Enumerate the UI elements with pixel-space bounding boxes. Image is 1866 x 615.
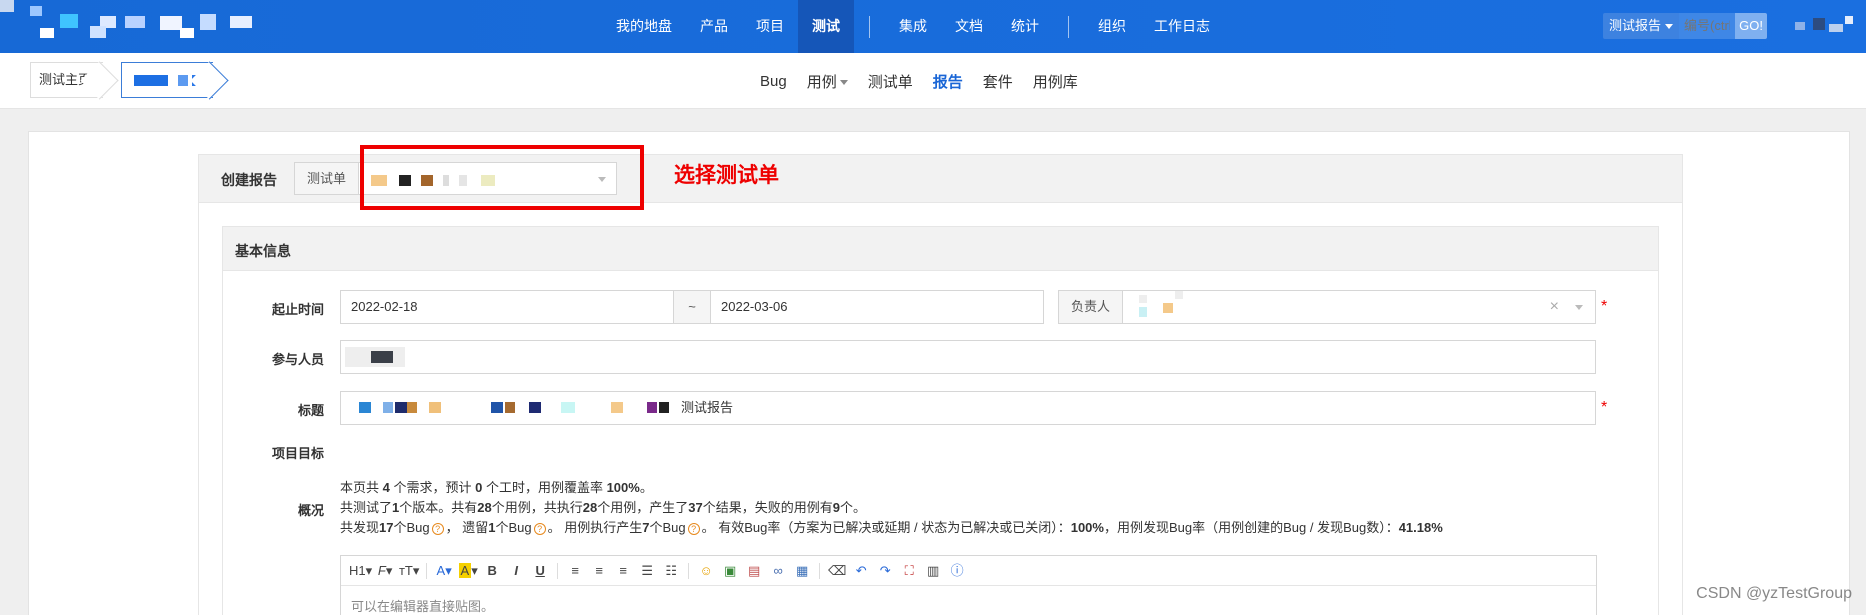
search-type-select[interactable]: 测试报告 bbox=[1603, 13, 1680, 39]
nav-stats[interactable]: 统计 bbox=[997, 0, 1053, 53]
chevron-down-icon bbox=[839, 80, 848, 86]
help-icon[interactable]: ? bbox=[431, 522, 444, 535]
annotation-text: 选择测试单 bbox=[674, 162, 779, 187]
members-label: 参与人员 bbox=[271, 352, 324, 367]
rich-text-editor[interactable]: H1▾ F▾ тT▾ A▾ A ▾ B I U ≡ ≡ ≡ ☰ ☷ ☺ ▣ ▤ ∞… bbox=[340, 555, 1597, 615]
tab-testtask[interactable]: 测试单 bbox=[858, 71, 923, 92]
summary-label: 概况 bbox=[297, 503, 324, 518]
heading-icon[interactable]: H1▾ bbox=[349, 560, 372, 582]
undo-icon[interactable]: ↶ bbox=[850, 560, 872, 582]
summary-line-1: 本页共 4 个需求，预计 0 个工时，用例覆盖率 100%。 bbox=[340, 480, 653, 495]
basic-info-title: 基本信息 bbox=[235, 243, 291, 259]
align-left-icon[interactable]: ≡ bbox=[564, 560, 586, 582]
underline-icon[interactable]: U bbox=[529, 560, 551, 582]
logo-blurred[interactable] bbox=[0, 0, 270, 53]
editor-toolbar: H1▾ F▾ тT▾ A▾ A ▾ B I U ≡ ≡ ≡ ☰ ☷ ☺ ▣ ▤ ∞… bbox=[341, 556, 1596, 586]
annotation-highlight-box bbox=[360, 145, 644, 210]
nav-product[interactable]: 产品 bbox=[686, 0, 742, 53]
help-icon[interactable]: ? bbox=[687, 522, 700, 535]
breadcrumb-product-blurred[interactable] bbox=[121, 62, 214, 98]
tab-case[interactable]: 用例 bbox=[797, 71, 858, 92]
title-suffix: 测试报告 bbox=[681, 400, 734, 415]
owner-addon: 负责人 bbox=[1059, 291, 1124, 323]
redo-icon[interactable]: ↷ bbox=[874, 560, 896, 582]
nav-my[interactable]: 我的地盘 bbox=[602, 0, 686, 53]
nav-ci[interactable]: 集成 bbox=[885, 0, 941, 53]
goal-label: 项目目标 bbox=[271, 446, 324, 461]
sub-navbar: 测试主页 Bug 用例 测试单 报告 套件 用例库 bbox=[0, 53, 1866, 109]
nav-worklog[interactable]: 工作日志 bbox=[1140, 0, 1224, 53]
tab-bug[interactable]: Bug bbox=[750, 73, 797, 90]
global-search: 测试报告 GO! bbox=[1603, 13, 1768, 39]
chevron-down-icon bbox=[1575, 305, 1583, 310]
main-nav: 我的地盘 产品 项目 测试 集成 文档 统计 组织 工作日志 bbox=[602, 0, 1224, 53]
tab-suite[interactable]: 套件 bbox=[973, 71, 1023, 92]
help-icon[interactable]: ? bbox=[533, 522, 546, 535]
editor-placeholder: 可以在编辑器直接贴图。 bbox=[351, 599, 495, 614]
required-mark: * bbox=[1601, 399, 1608, 416]
help-icon[interactable]: ⓘ bbox=[946, 560, 968, 582]
ordered-list-icon[interactable]: ☰ bbox=[636, 560, 658, 582]
nav-divider bbox=[1068, 15, 1069, 38]
chevron-down-icon bbox=[1665, 23, 1674, 29]
testtask-addon: 测试单 bbox=[294, 162, 360, 195]
breadcrumb: 测试主页 bbox=[30, 62, 214, 98]
search-type-label: 测试报告 bbox=[1609, 18, 1662, 33]
align-right-icon[interactable]: ≡ bbox=[612, 560, 634, 582]
end-date-input[interactable]: 2022-03-06 bbox=[710, 290, 1044, 324]
members-select[interactable] bbox=[340, 340, 1596, 374]
font-color-icon[interactable]: A▾ bbox=[433, 560, 455, 582]
search-go-button[interactable]: GO! bbox=[1735, 13, 1768, 39]
eraser-icon[interactable]: ⌫ bbox=[826, 560, 848, 582]
create-report-title: 创建报告 bbox=[221, 172, 277, 188]
required-mark: * bbox=[1601, 298, 1608, 315]
summary-line-2: 共测试了1个版本。共有28个用例，共执行28个用例，产生了37个结果，失败的用例… bbox=[340, 500, 866, 515]
fullscreen-icon[interactable]: ⛶ bbox=[898, 560, 920, 582]
unordered-list-icon[interactable]: ☷ bbox=[660, 560, 682, 582]
top-navbar: 我的地盘 产品 项目 测试 集成 文档 统计 组织 工作日志 测试报告 GO! bbox=[0, 0, 1866, 53]
watermark: CSDN @yzTestGroup bbox=[1696, 585, 1852, 602]
tab-caselib[interactable]: 用例库 bbox=[1023, 71, 1088, 92]
table-icon[interactable]: ▦ bbox=[791, 560, 813, 582]
highlight-icon[interactable]: A ▾ bbox=[457, 560, 479, 582]
link-icon[interactable]: ∞ bbox=[767, 560, 789, 582]
image-icon[interactable]: ▣ bbox=[719, 560, 741, 582]
summary-text: 本页共 4 个需求，预计 0 个工时，用例覆盖率 100%。 共测试了1个版本。… bbox=[340, 478, 1443, 538]
date-separator: ~ bbox=[674, 290, 710, 324]
sub-tabs: Bug 用例 测试单 报告 套件 用例库 bbox=[750, 53, 1088, 109]
owner-select[interactable]: 负责人 × bbox=[1058, 290, 1596, 324]
italic-icon[interactable]: I bbox=[505, 560, 527, 582]
tab-case-label: 用例 bbox=[806, 73, 837, 91]
tab-report[interactable]: 报告 bbox=[923, 71, 973, 92]
title-input[interactable]: 测试报告 bbox=[340, 391, 1596, 425]
emoji-icon[interactable]: ☺ bbox=[695, 560, 717, 582]
template-icon[interactable]: ▥ bbox=[922, 560, 944, 582]
begin-date-input[interactable]: 2022-02-18 bbox=[340, 290, 674, 324]
font-size-icon[interactable]: тT▾ bbox=[398, 560, 420, 582]
title-label: 标题 bbox=[297, 403, 324, 418]
date-range-label: 起止时间 bbox=[271, 302, 324, 317]
nav-doc[interactable]: 文档 bbox=[941, 0, 997, 53]
align-center-icon[interactable]: ≡ bbox=[588, 560, 610, 582]
font-family-icon[interactable]: F▾ bbox=[374, 560, 396, 582]
basic-info-header: 基本信息 bbox=[223, 227, 1658, 271]
bold-icon[interactable]: B bbox=[481, 560, 503, 582]
breadcrumb-home[interactable]: 测试主页 bbox=[30, 62, 104, 98]
nav-divider bbox=[869, 15, 870, 38]
nav-test[interactable]: 测试 bbox=[798, 0, 854, 53]
nav-org[interactable]: 组织 bbox=[1084, 0, 1140, 53]
nav-project[interactable]: 项目 bbox=[742, 0, 798, 53]
code-icon[interactable]: ▤ bbox=[743, 560, 765, 582]
clear-icon[interactable]: × bbox=[1550, 291, 1559, 323]
user-menu-blurred[interactable] bbox=[1795, 14, 1855, 38]
search-input[interactable] bbox=[1679, 13, 1736, 39]
summary-line-3: 共发现17个Bug?， 遗留1个Bug?。 用例执行产生7个Bug?。 有效Bu… bbox=[340, 520, 1443, 535]
